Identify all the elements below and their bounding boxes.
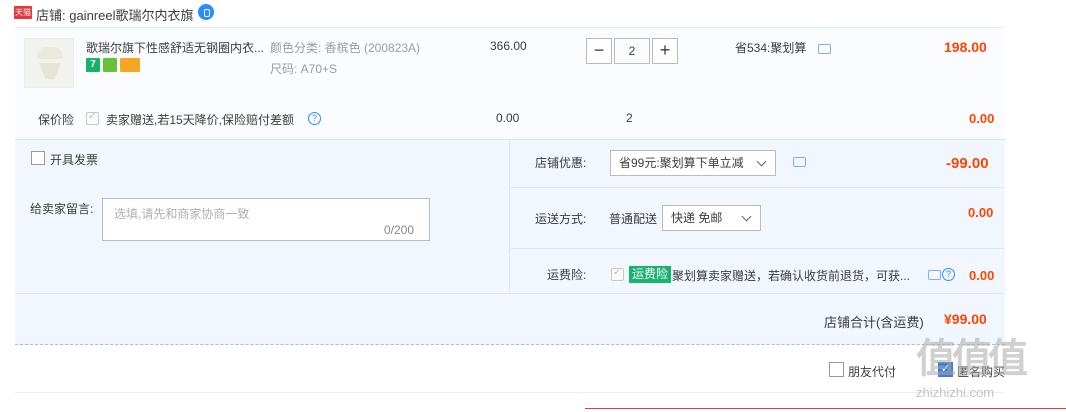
invoice-checkbox[interactable] [31, 151, 45, 165]
freight-insurance-tag: 运费险 [629, 266, 672, 283]
quantity-stepper: − 2 + [586, 38, 678, 64]
help-icon[interactable]: ? [942, 268, 955, 281]
shop-total-value: ¥99.00 [944, 311, 987, 327]
message-icon[interactable] [928, 270, 941, 280]
shipping-label: 运送方式: [535, 212, 587, 226]
shipping-type: 普通配送 [609, 212, 658, 226]
qty-minus-button[interactable]: − [586, 38, 612, 64]
divider [510, 248, 1005, 249]
memo-label: 给卖家留言: [30, 202, 94, 216]
product-thumbnail[interactable] [24, 38, 74, 88]
watermark-site: zhizhizhi.com [916, 385, 995, 400]
shop-total-label: 店铺合计(含运费) [824, 315, 924, 330]
freight-insurance-text: 聚划算卖家赠送，若确认收货前退货，可获... [672, 269, 911, 283]
credit-card-icon [120, 58, 140, 72]
pant-shape [39, 63, 61, 79]
guarantee-icon [103, 58, 117, 72]
shop-discount-label: 店铺优惠: [535, 156, 587, 170]
wangwang-icon[interactable] [198, 4, 214, 20]
friend-pay-checkbox[interactable] [829, 362, 844, 377]
memo-placeholder: 选填,请先和商家协商一致 [114, 207, 250, 221]
watermark-logo: 值值值 [916, 337, 1028, 381]
insurance-label: 保价险 [38, 113, 75, 127]
insurance-total: 0.00 [969, 111, 995, 126]
bra-shape [37, 47, 63, 59]
help-icon[interactable]: ? [308, 112, 321, 125]
invoice-label[interactable]: 开具发票 [50, 151, 98, 168]
message-icon[interactable] [793, 157, 806, 167]
sku-size: 尺码: A70+S [270, 62, 338, 76]
message-icon[interactable] [818, 44, 831, 54]
insurance-price: 0.00 [496, 111, 520, 125]
promo-text: 省534:聚划算 [735, 41, 807, 55]
qty-input[interactable]: 2 [614, 38, 650, 64]
insurance-qty: 2 [626, 111, 633, 125]
unit-price: 366.00 [490, 39, 527, 53]
divider [510, 187, 1005, 188]
seven-day-return-icon: 7 [86, 58, 100, 72]
submit-area-edge [585, 408, 1066, 412]
memo-char-count: 0/200 [384, 223, 415, 237]
shipping-select[interactable]: 快递 免邮 [662, 205, 761, 231]
freight-insurance-checkbox [611, 267, 624, 281]
shipping-value: 0.00 [968, 205, 994, 220]
qty-plus-button[interactable]: + [652, 38, 678, 64]
divider [15, 392, 1005, 393]
shop-name-link[interactable]: 店铺: gainreel歌瑞尔内衣旗 [36, 5, 193, 24]
insurance-text: 卖家赠送,若15天降价,保险赔付差额 [106, 113, 295, 127]
insurance-checkbox [86, 111, 99, 125]
friend-pay-label[interactable]: 朋友代付 [848, 363, 896, 380]
shop-discount-select[interactable]: 省99元:聚划算下单立减 [610, 150, 776, 176]
freight-insurance-value: 0.00 [969, 268, 995, 283]
item-title-link[interactable]: 歌瑞尔旗下性感舒适无钢圈内衣... [86, 39, 266, 56]
item-total: 198.00 [944, 39, 987, 55]
service-badges: 7 [86, 58, 140, 72]
tmall-logo: 天猫 [14, 6, 32, 19]
freight-insurance-label: 运费险: [547, 268, 587, 282]
divider [15, 293, 1005, 294]
shop-discount-value: -99.00 [946, 155, 989, 172]
divider [509, 140, 510, 294]
sku-color: 颜色分类: 香槟色 (200823A) [270, 41, 421, 55]
